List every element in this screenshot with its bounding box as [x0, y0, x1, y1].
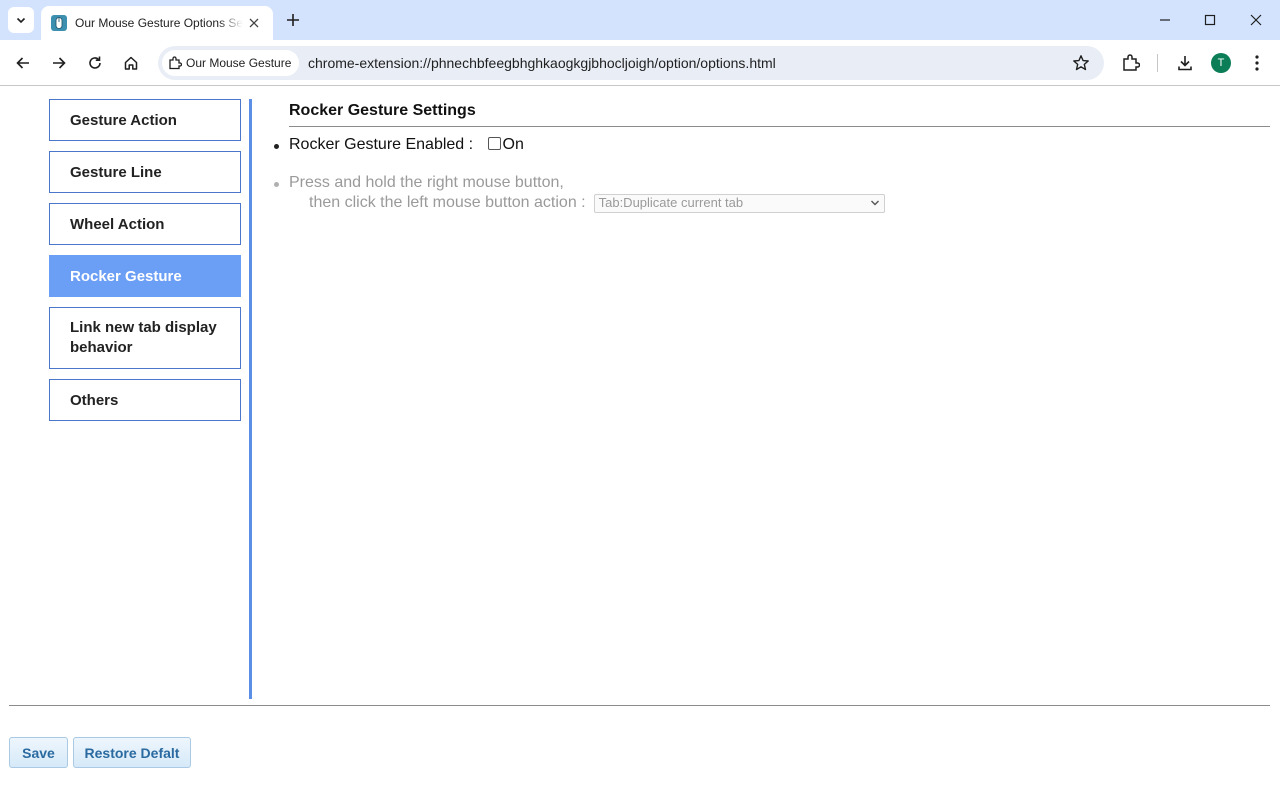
arrow-left-icon: [16, 57, 29, 69]
options-list: Rocker Gesture Enabled : On Press and ho…: [274, 135, 1270, 213]
close-icon: [1250, 14, 1262, 26]
rocker-action-row: then click the left mouse button action …: [289, 193, 1270, 213]
sidebar-item-label: Rocker Gesture: [70, 267, 182, 285]
section-title: Rocker Gesture Settings: [289, 100, 1270, 127]
save-button[interactable]: Save: [9, 737, 68, 768]
back-button[interactable]: [9, 49, 37, 77]
toolbar-divider: [1157, 54, 1158, 72]
mouse-icon: [51, 15, 67, 31]
close-window-button[interactable]: [1233, 0, 1279, 40]
sidebar-item-wheel-action[interactable]: Wheel Action: [49, 203, 241, 245]
url-text[interactable]: chrome-extension://phnechbfeegbhghkaogkg…: [308, 55, 776, 71]
extensions-button[interactable]: [1119, 51, 1143, 75]
extension-puzzle-icon: [1123, 54, 1140, 71]
download-icon: [1178, 56, 1192, 71]
rocker-enabled-checkbox[interactable]: [487, 137, 501, 150]
settings-sidebar: Gesture Action Gesture Line Wheel Action…: [49, 99, 241, 431]
plus-icon: [287, 14, 299, 26]
home-icon: [124, 56, 138, 70]
sidebar-item-label: Gesture Action: [70, 111, 177, 129]
tab-search-button[interactable]: [8, 7, 34, 33]
reload-icon: [89, 56, 101, 69]
site-chip-label: Our Mouse Gesture: [186, 56, 292, 70]
minimize-icon: [1160, 19, 1170, 21]
profile-avatar[interactable]: T: [1211, 53, 1231, 73]
sidebar-item-label: Gesture Line: [70, 163, 162, 181]
sidebar-item-label: Others: [70, 391, 119, 409]
address-bar[interactable]: Our Mouse Gesture chrome-extension://phn…: [158, 46, 1104, 80]
footer-divider: [9, 705, 1270, 706]
home-button[interactable]: [117, 49, 145, 77]
browser-toolbar: Our Mouse Gesture chrome-extension://phn…: [0, 40, 1280, 86]
sidebar-item-gesture-action[interactable]: Gesture Action: [49, 99, 241, 141]
rocker-enabled-checkbox-label[interactable]: On: [503, 136, 524, 153]
chevron-down-icon: [16, 17, 26, 24]
browser-tab[interactable]: Our Mouse Gesture Options Settings: [41, 6, 273, 40]
new-tab-button[interactable]: [282, 9, 304, 31]
minimize-button[interactable]: [1142, 0, 1188, 40]
sidebar-item-label: Link new tab display behavior: [70, 319, 217, 356]
browser-titlebar: Our Mouse Gesture Options Settings: [0, 0, 1280, 40]
extension-puzzle-icon: [169, 56, 182, 70]
sidebar-item-rocker-gesture[interactable]: Rocker Gesture: [49, 255, 241, 297]
downloads-button[interactable]: [1173, 51, 1197, 75]
rocker-action-select[interactable]: Tab:Duplicate current tab: [593, 193, 885, 213]
sidebar-item-gesture-line[interactable]: Gesture Line: [49, 151, 241, 193]
sidebar-item-others[interactable]: Others: [49, 379, 241, 421]
restore-default-button[interactable]: Restore Defalt: [73, 737, 191, 768]
arrow-right-icon: [53, 57, 66, 69]
chevron-down-icon: [870, 200, 879, 206]
sidebar-divider: [249, 99, 252, 699]
forward-button[interactable]: [45, 49, 73, 77]
sidebar-item-label: Wheel Action: [70, 215, 165, 233]
more-vertical-icon: [1255, 55, 1259, 71]
option-rocker-enabled: Rocker Gesture Enabled : On: [274, 135, 1270, 157]
tab-close-button[interactable]: [245, 14, 263, 32]
site-info-chip[interactable]: Our Mouse Gesture: [162, 50, 300, 76]
close-icon: [249, 18, 259, 28]
bookmark-star-icon[interactable]: [1072, 54, 1090, 72]
reload-button[interactable]: [81, 49, 109, 77]
maximize-button[interactable]: [1187, 0, 1233, 40]
browser-menu-button[interactable]: [1245, 51, 1269, 75]
rocker-action-line2: then click the left mouse button action …: [309, 194, 586, 211]
sidebar-item-link-new-tab[interactable]: Link new tab display behavior: [49, 307, 241, 369]
maximize-icon: [1204, 14, 1216, 26]
rocker-action-line1: Press and hold the right mouse button,: [289, 174, 564, 191]
tab-title: Our Mouse Gesture Options Settings: [75, 16, 243, 30]
option-rocker-action: Press and hold the right mouse button, t…: [274, 173, 1270, 213]
settings-content: Rocker Gesture Settings Rocker Gesture E…: [274, 100, 1270, 213]
rocker-enabled-label: Rocker Gesture Enabled :: [289, 136, 474, 153]
rocker-action-selected-value: Tab:Duplicate current tab: [598, 195, 744, 210]
